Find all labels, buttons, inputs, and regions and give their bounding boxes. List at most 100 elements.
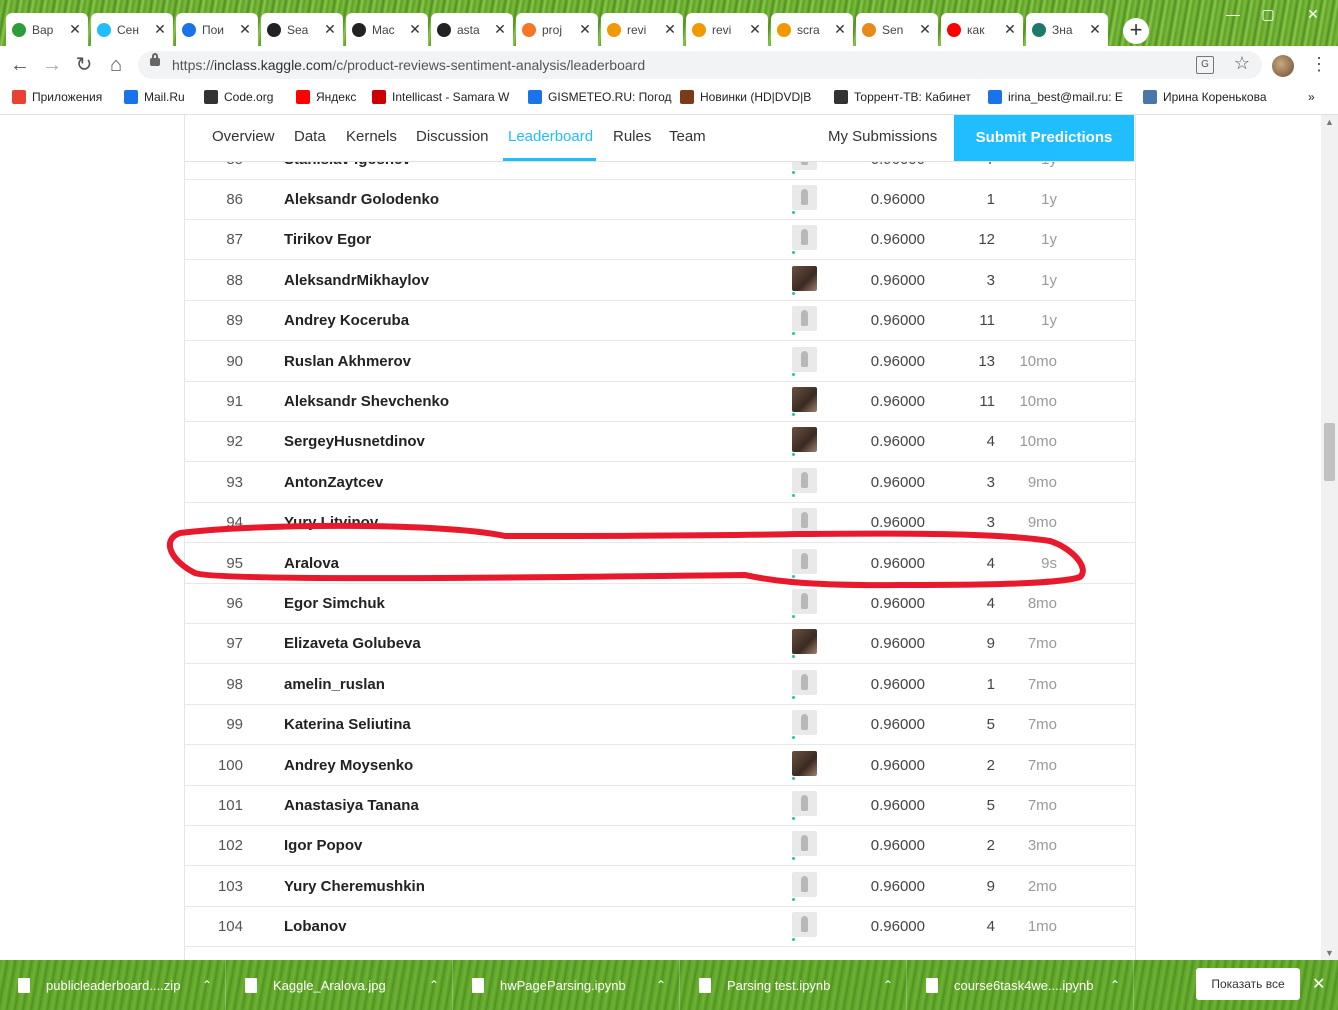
- team-name[interactable]: SergeyHusnetdinov: [284, 433, 425, 450]
- avatar[interactable]: [792, 467, 817, 493]
- leaderboard-row[interactable]: 100 Andrey Moysenko 0.96000 2 7mo: [185, 745, 1135, 786]
- minimize-button[interactable]: —: [1218, 6, 1248, 22]
- leaderboard-row[interactable]: 99 Katerina Seliutina 0.96000 5 7mo: [185, 704, 1135, 746]
- address-bar[interactable]: https://inclass.kaggle.com/c/product-rev…: [138, 51, 1262, 79]
- tab-kernels[interactable]: Kernels: [346, 128, 397, 145]
- bookmark-item[interactable]: GISMETEO.RU: Погод: [528, 90, 672, 104]
- bookmark-item[interactable]: Торрент-ТВ: Кабинет: [834, 90, 971, 104]
- team-name[interactable]: AleksandrMikhaylov: [284, 272, 429, 289]
- close-tab-icon[interactable]: ✕: [833, 21, 847, 38]
- show-all-downloads-button[interactable]: Показать все: [1196, 968, 1300, 1000]
- avatar[interactable]: [792, 265, 817, 291]
- bookmark-item[interactable]: Ирина Коренькова: [1143, 90, 1267, 104]
- maximize-button[interactable]: ▢: [1253, 6, 1283, 23]
- team-name[interactable]: Yury Cheremushkin: [284, 878, 425, 895]
- leaderboard-row[interactable]: 92 SergeyHusnetdinov 0.96000 4 10mo: [185, 421, 1135, 463]
- leaderboard-row[interactable]: 86 Aleksandr Golodenko 0.96000 1 1y: [185, 179, 1135, 220]
- avatar[interactable]: [792, 871, 817, 897]
- team-name[interactable]: Elizaveta Golubeva: [284, 635, 421, 652]
- scroll-down-arrow-icon[interactable]: ▼: [1325, 948, 1334, 958]
- leaderboard-row[interactable]: 87 Tirikov Egor 0.96000 12 1y: [185, 219, 1135, 261]
- chevron-up-icon[interactable]: ⌃: [189, 978, 225, 992]
- leaderboard-row[interactable]: 95 Aralova 0.96000 4 9s: [185, 543, 1135, 584]
- browser-tab[interactable]: scra ✕: [771, 13, 853, 46]
- leaderboard-row[interactable]: 97 Elizaveta Golubeva 0.96000 9 7mo: [185, 623, 1135, 665]
- home-icon[interactable]: ⌂: [104, 53, 128, 77]
- browser-tab[interactable]: Sen ✕: [856, 13, 938, 46]
- bookmark-item[interactable]: Приложения: [12, 90, 102, 104]
- close-tab-icon[interactable]: ✕: [1003, 21, 1017, 38]
- chevron-up-icon[interactable]: ⌃: [643, 978, 679, 992]
- team-name[interactable]: amelin_ruslan: [284, 676, 385, 693]
- team-name[interactable]: Aleksandr Shevchenko: [284, 393, 449, 410]
- tab-leaderboard[interactable]: Leaderboard: [508, 128, 593, 145]
- avatar[interactable]: [792, 669, 817, 695]
- leaderboard-row[interactable]: 94 Yury Litvinov 0.96000 3 9mo: [185, 502, 1135, 544]
- download-item[interactable]: Kaggle_Aralova.jpg ⌃: [227, 960, 453, 1010]
- close-tab-icon[interactable]: ✕: [153, 21, 167, 38]
- scroll-up-arrow-icon[interactable]: ▲: [1325, 117, 1334, 127]
- scroll-thumb[interactable]: [1324, 423, 1335, 481]
- browser-tab[interactable]: asta ✕: [431, 13, 513, 46]
- leaderboard-row[interactable]: 89 Andrey Koceruba 0.96000 11 1y: [185, 300, 1135, 342]
- browser-tab[interactable]: proj ✕: [516, 13, 598, 46]
- close-tab-icon[interactable]: ✕: [918, 21, 932, 38]
- browser-tab[interactable]: Пои ✕: [176, 13, 258, 46]
- browser-tab[interactable]: Sea ✕: [261, 13, 343, 46]
- avatar[interactable]: [792, 508, 817, 534]
- avatar[interactable]: [792, 912, 817, 938]
- avatar[interactable]: [792, 387, 817, 412]
- chevron-up-icon[interactable]: ⌃: [416, 978, 452, 992]
- team-name[interactable]: Katerina Seliutina: [284, 716, 411, 733]
- browser-tab[interactable]: revi ✕: [601, 13, 683, 46]
- bookmarks-overflow-button[interactable]: »: [1308, 90, 1315, 104]
- leaderboard-row[interactable]: 90 Ruslan Akhmerov 0.96000 13 10mo: [185, 341, 1135, 382]
- avatar[interactable]: [792, 548, 817, 574]
- leaderboard-row[interactable]: 96 Egor Simchuk 0.96000 4 8mo: [185, 583, 1135, 624]
- close-tab-icon[interactable]: ✕: [1088, 21, 1102, 38]
- team-name[interactable]: Ruslan Akhmerov: [284, 353, 411, 370]
- bookmark-item[interactable]: Mail.Ru: [124, 90, 185, 104]
- team-name[interactable]: Lobanov: [284, 918, 347, 935]
- my-submissions-link[interactable]: My Submissions: [828, 128, 937, 145]
- back-arrow-icon[interactable]: ←: [8, 53, 32, 77]
- team-name[interactable]: Igor Popov: [284, 837, 362, 854]
- bookmark-item[interactable]: irina_best@mail.ru: E: [988, 90, 1123, 104]
- leaderboard-row[interactable]: 88 AleksandrMikhaylov 0.96000 3 1y: [185, 260, 1135, 301]
- bookmark-item[interactable]: Code.org: [204, 90, 273, 104]
- avatar[interactable]: [792, 831, 817, 857]
- tab-team[interactable]: Team: [669, 128, 706, 145]
- avatar[interactable]: [792, 225, 817, 251]
- tab-data[interactable]: Data: [294, 128, 326, 145]
- browser-tab[interactable]: revi ✕: [686, 13, 768, 46]
- close-tab-icon[interactable]: ✕: [578, 21, 592, 38]
- leaderboard-row[interactable]: 91 Aleksandr Shevchenko 0.96000 11 10mo: [185, 381, 1135, 422]
- avatar[interactable]: [792, 185, 817, 210]
- team-name[interactable]: Egor Simchuk: [284, 595, 385, 612]
- close-tab-icon[interactable]: ✕: [323, 21, 337, 38]
- profile-avatar[interactable]: [1272, 55, 1294, 77]
- team-name[interactable]: Tirikov Egor: [284, 231, 371, 248]
- leaderboard-row[interactable]: 93 AntonZaytcev 0.96000 3 9mo: [185, 462, 1135, 503]
- download-item[interactable]: hwPageParsing.ipynb ⌃: [454, 960, 680, 1010]
- team-name[interactable]: Andrey Moysenko: [284, 757, 413, 774]
- avatar[interactable]: [792, 629, 817, 655]
- avatar[interactable]: [792, 346, 817, 372]
- bookmark-item[interactable]: Новинки (HD|DVD|B: [680, 90, 811, 104]
- close-tab-icon[interactable]: ✕: [238, 21, 252, 38]
- url-text[interactable]: https://inclass.kaggle.com/c/product-rev…: [172, 57, 645, 73]
- close-downloads-icon[interactable]: ✕: [1312, 974, 1325, 994]
- new-tab-button[interactable]: +: [1123, 18, 1149, 44]
- avatar[interactable]: [792, 710, 817, 736]
- browser-tab[interactable]: Сен ✕: [91, 13, 173, 46]
- close-tab-icon[interactable]: ✕: [493, 21, 507, 38]
- download-item[interactable]: Parsing test.ipynb ⌃: [681, 960, 907, 1010]
- translate-icon[interactable]: G: [1196, 56, 1214, 74]
- chevron-up-icon[interactable]: ⌃: [870, 978, 906, 992]
- chevron-up-icon[interactable]: ⌃: [1097, 978, 1133, 992]
- team-name[interactable]: Anastasiya Tanana: [284, 797, 419, 814]
- browser-tab[interactable]: Вар ✕: [6, 13, 88, 46]
- team-name[interactable]: Aleksandr Golodenko: [284, 191, 439, 208]
- close-tab-icon[interactable]: ✕: [408, 21, 422, 38]
- star-bookmark-icon[interactable]: ☆: [1234, 53, 1250, 74]
